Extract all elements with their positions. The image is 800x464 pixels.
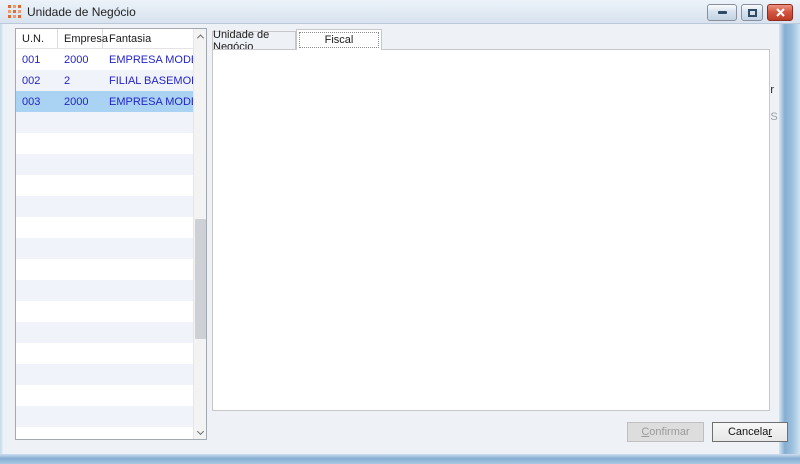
maximize-button[interactable] xyxy=(741,4,763,21)
window-border-bottom xyxy=(0,454,800,464)
scroll-up-button[interactable] xyxy=(194,29,207,44)
cell-un: 001 xyxy=(22,53,41,66)
chevron-up-icon xyxy=(196,34,205,42)
app-icon xyxy=(8,5,21,18)
close-button[interactable] xyxy=(767,4,793,21)
list-scrollbar[interactable] xyxy=(193,29,206,439)
cell-fantasia: FILIAL BASEMODELO xyxy=(109,74,193,87)
column-header-fantasia[interactable]: Fantasia xyxy=(103,29,193,48)
list-rows: 001 2000 EMPRESA MODELO 002 2 FILIAL BAS… xyxy=(16,49,193,439)
list-row-002[interactable]: 002 2 FILIAL BASEMODELO xyxy=(16,70,193,91)
cell-empresa: 2 xyxy=(64,74,71,87)
confirmar-button[interactable]: Confirmar xyxy=(627,422,704,442)
tab-label: Fiscal xyxy=(324,34,354,46)
list-row-001[interactable]: 001 2000 EMPRESA MODELO xyxy=(16,49,193,70)
cancelar-label: Cancelar xyxy=(727,426,773,438)
column-header-un[interactable]: U.N. xyxy=(16,29,58,48)
cell-un: 002 xyxy=(22,74,41,87)
list-header: U.N. Empresa Fantasia xyxy=(16,29,193,49)
scroll-down-button[interactable] xyxy=(194,424,207,439)
chevron-down-icon xyxy=(196,427,205,436)
cell-un: 003 xyxy=(22,95,41,108)
maximize-icon xyxy=(747,8,757,17)
titlebar[interactable]: Unidade de Negócio xyxy=(0,0,800,24)
cell-empresa: 2000 xyxy=(64,53,89,66)
list-row-003-selected[interactable]: 003 2000 EMPRESA MODELO xyxy=(16,91,193,112)
scrollbar-thumb[interactable] xyxy=(195,219,206,339)
tab-fiscal[interactable]: Fiscal xyxy=(296,29,382,50)
confirmar-label: Confirmar xyxy=(641,426,690,438)
minimize-icon xyxy=(717,11,727,14)
window-border-right xyxy=(779,24,800,464)
window-title: Unidade de Negócio xyxy=(27,4,136,19)
fiscal-tab-page xyxy=(212,49,770,411)
cell-empresa: 2000 xyxy=(64,95,89,108)
cell-fantasia: EMPRESA MODELO xyxy=(109,53,193,66)
close-icon xyxy=(775,8,785,17)
business-units-list: U.N. Empresa Fantasia 001 2000 EMPRESA M… xyxy=(15,28,207,440)
column-header-empresa[interactable]: Empresa xyxy=(58,29,108,48)
tab-unidade-de-negocio[interactable]: Unidade de Negócio xyxy=(212,29,296,53)
cancelar-button[interactable]: Cancelar xyxy=(712,422,788,442)
cell-fantasia: EMPRESA MODELO xyxy=(109,95,193,108)
unidade-negocio-window: Unidade de Negócio U.N. Empresa Fantasia… xyxy=(0,0,800,464)
minimize-button[interactable] xyxy=(707,4,737,21)
